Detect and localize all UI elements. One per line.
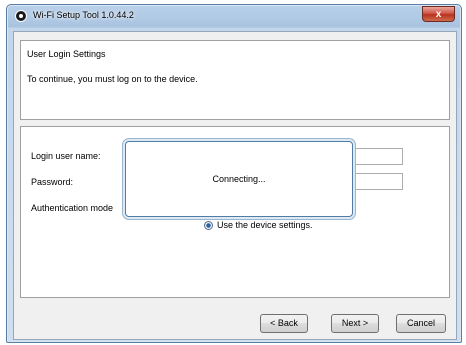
user-name-label: Login user name: — [31, 151, 101, 161]
login-panel: Login user name: Password: Authenticatio… — [20, 126, 450, 298]
back-button[interactable]: < Back — [260, 314, 308, 333]
use-device-settings-label: Use the device settings. — [217, 220, 313, 230]
password-label: Password: — [31, 177, 74, 187]
title-bar[interactable]: Wi-Fi Setup Tool 1.0.44.2 x — [7, 5, 461, 27]
next-button[interactable]: Next > — [331, 314, 379, 333]
connecting-dialog: Connecting... — [125, 141, 353, 217]
use-device-settings-option[interactable]: Use the device settings. — [204, 219, 313, 231]
page-title: User Login Settings — [27, 49, 106, 59]
close-button[interactable]: x — [422, 6, 455, 22]
auth-mode-label: Authentication mode — [31, 203, 114, 213]
page-subtitle: To continue, you must log on to the devi… — [27, 74, 198, 84]
radio-selected-icon[interactable] — [204, 220, 213, 230]
setup-window: Wi-Fi Setup Tool 1.0.44.2 x User Login S… — [6, 4, 462, 343]
cancel-button[interactable]: Cancel — [396, 314, 446, 333]
header-panel: User Login Settings To continue, you mus… — [20, 40, 450, 120]
client-area: User Login Settings To continue, you mus… — [13, 31, 457, 340]
app-icon — [15, 10, 27, 22]
connecting-message: Connecting... — [212, 174, 266, 184]
window-title: Wi-Fi Setup Tool 1.0.44.2 — [33, 10, 134, 20]
